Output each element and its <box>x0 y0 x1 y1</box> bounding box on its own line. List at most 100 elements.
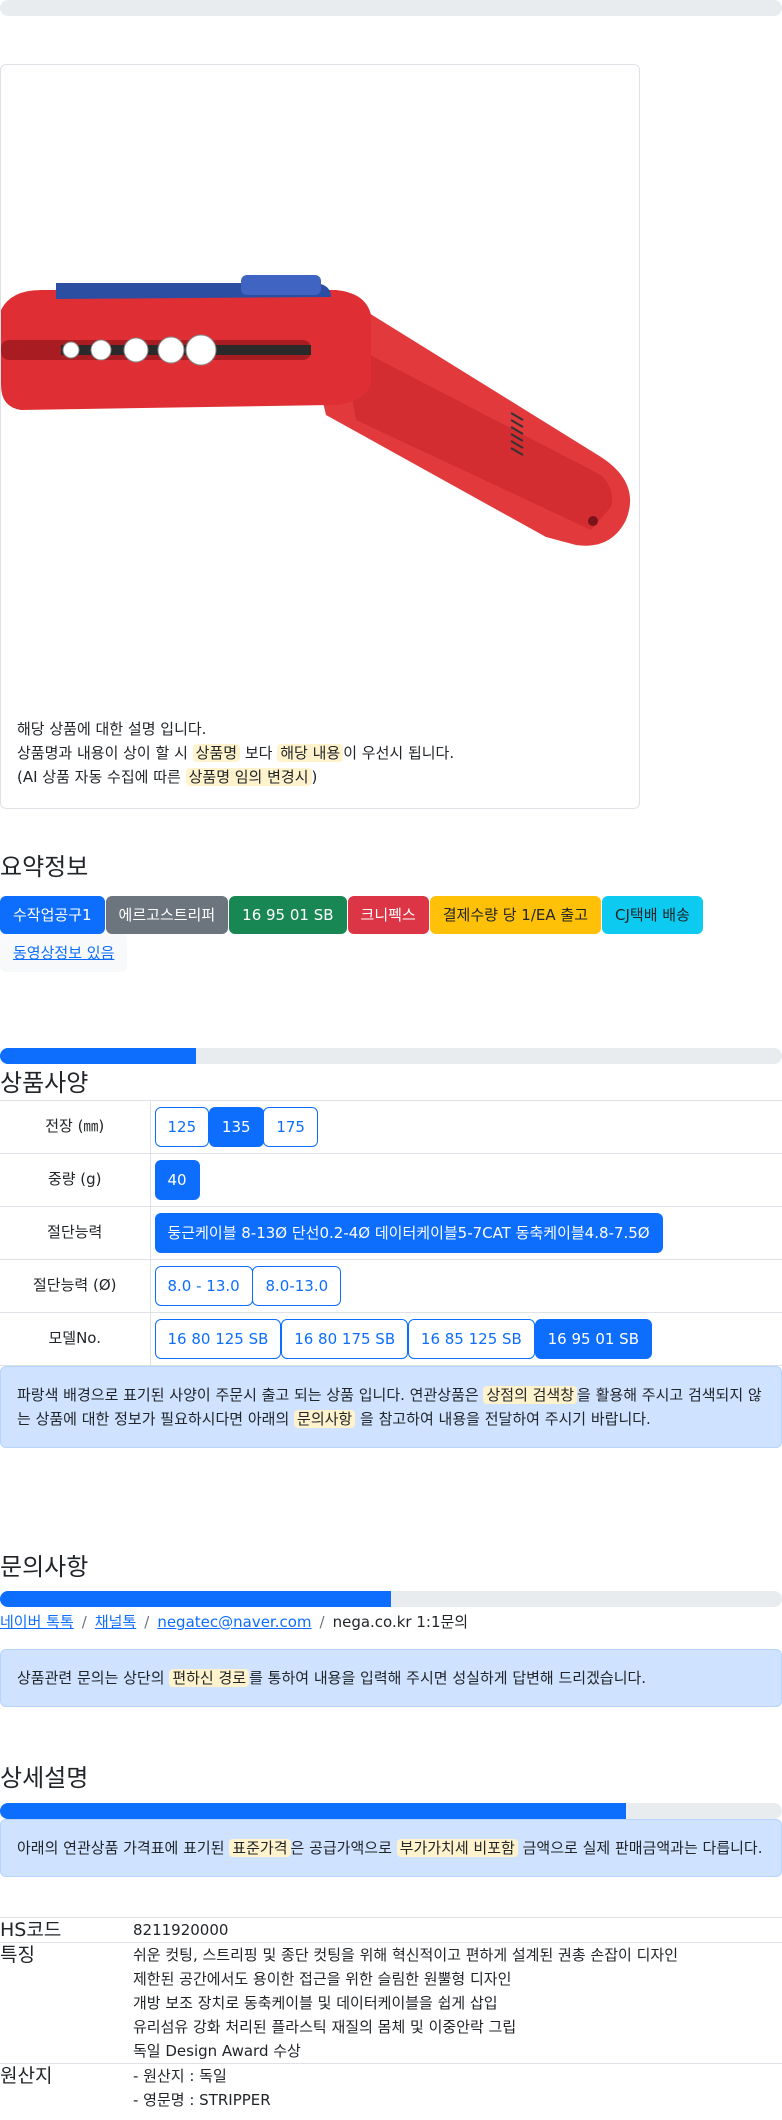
detail-title: 상세설명 <box>0 1764 89 1792</box>
features-list: 쉬운 컷팅, 스트리핑 및 종단 컷팅을 위해 혁신적이고 편하게 설계된 권총… <box>133 1942 782 2064</box>
summary-badges: 수작업공구1 에르고스트리퍼 16 95 01 SB 크니펙스 결제수량 당 1… <box>0 896 782 972</box>
note-line-3: (AI 상품 자동 수집에 따른 상품명 임의 변경시) <box>17 765 454 789</box>
spec-row: 절단능력 둥근케이블 8-13Ø 단선0.2-4Ø 데이터케이블5-7CAT 동… <box>0 1206 782 1260</box>
badge-shipping[interactable]: CJ택배 배송 <box>602 896 703 934</box>
spec-label: 전장 (㎜) <box>0 1100 150 1154</box>
inquiry-alert: 상품관련 문의는 상단의 편하신 경로 를 통하여 내용을 입력해 주시면 성실하… <box>0 1649 782 1707</box>
highlight-content: 해당 내용 <box>277 744 344 762</box>
inquiry-title: 문의사항 <box>0 1553 89 1581</box>
option-model-4[interactable]: 16 95 01 SB <box>534 1319 652 1359</box>
spec-title: 상품사양 <box>0 1069 89 1097</box>
product-image <box>1 275 631 546</box>
badge-category[interactable]: 수작업공구1 <box>0 896 105 934</box>
spec-options: 둥근케이블 8-13Ø 단선0.2-4Ø 데이터케이블5-7CAT 동축케이블4… <box>149 1206 782 1260</box>
spec-label: 중량 (g) <box>0 1153 150 1207</box>
spec-progress-bar <box>0 1048 196 1064</box>
alert-text: 아래의 연관상품 가격표에 표기된 <box>17 1839 225 1857</box>
info-table: HS코드 8211920000 특징 쉬운 컷팅, 스트리핑 및 종단 컷팅을 … <box>0 1917 782 2112</box>
highlight-product-name: 상품명 <box>192 744 241 762</box>
detail-progress-bar <box>0 1803 626 1819</box>
separator: / <box>144 1613 150 1631</box>
separator: / <box>81 1613 87 1631</box>
origin-label: 원산지 <box>0 2063 133 2112</box>
product-card: 해당 상품에 대한 설명 입니다. 상품명과 내용이 상이 할 시 상품명 보다… <box>0 64 640 809</box>
option-model-1[interactable]: 16 80 125 SB <box>154 1319 282 1359</box>
highlight-inquiry: 문의사항 <box>294 1410 356 1428</box>
detail-alert: 아래의 연관상품 가격표에 표기된 표준가격 은 공급가액으로 부가가치세 비포함… <box>0 1819 782 1877</box>
inquiry-progress-bar <box>0 1591 391 1607</box>
note-text: 이 우선시 됩니다. <box>343 744 455 762</box>
origin-list: - 원산지 : 독일 - 영문명 : STRIPPER <box>133 2063 782 2112</box>
top-progress <box>0 0 782 16</box>
feature-item: 제한된 공간에서도 용이한 접근을 위한 슬림한 원뿔형 디자인 <box>133 1970 512 1988</box>
spec-row: 중량 (g) 40 <box>0 1153 782 1207</box>
option-cutting-capacity[interactable]: 둥근케이블 8-13Ø 단선0.2-4Ø 데이터케이블5-7CAT 동축케이블4… <box>154 1213 663 1253</box>
option-capacity-range-2[interactable]: 8.0-13.0 <box>252 1266 342 1306</box>
product-notes: 해당 상품에 대한 설명 입니다. 상품명과 내용이 상이 할 시 상품명 보다… <box>17 717 454 789</box>
site-inquiry: nega.co.kr 1:1문의 <box>332 1613 469 1631</box>
hs-value: 8211920000 <box>133 1917 782 1943</box>
origin-item: - 영문명 : STRIPPER <box>133 2091 271 2109</box>
highlight-standard-price: 표준가격 <box>229 1839 291 1857</box>
alert-text: 을 참고하여 내용을 전달하여 주시기 바랍니다. <box>360 1410 651 1428</box>
note-text: 상품명과 내용이 상이 할 시 <box>17 744 188 762</box>
option-model-3[interactable]: 16 85 125 SB <box>407 1319 535 1359</box>
badge-video-link[interactable]: 동영상정보 있음 <box>0 934 128 972</box>
naver-talk-link[interactable]: 네이버 톡톡 <box>0 1613 74 1631</box>
features-label: 특징 <box>0 1942 133 2064</box>
alert-text: 은 공급가액으로 <box>290 1839 392 1857</box>
info-row-origin: 원산지 - 원산지 : 독일 - 영문명 : STRIPPER <box>0 2063 782 2112</box>
feature-item: 개방 보조 장치로 동축케이블 및 데이터케이블을 쉽게 삽입 <box>133 1994 498 2012</box>
spec-table: 전장 (㎜) 125 135 175 중량 (g) 40 절단능력 둥근케이블 … <box>0 1100 782 1366</box>
note-text: (AI 상품 자동 수집에 따른 <box>17 768 181 786</box>
inquiry-progress <box>0 1591 782 1607</box>
separator: / <box>319 1613 325 1631</box>
highlight-route: 편하신 경로 <box>169 1669 250 1687</box>
detail-progress <box>0 1803 782 1819</box>
badge-quantity[interactable]: 결제수량 당 1/EA 출고 <box>429 896 601 934</box>
spec-options: 40 <box>149 1153 782 1207</box>
option-weight-40[interactable]: 40 <box>154 1160 200 1200</box>
info-row-hs: HS코드 8211920000 <box>0 1917 782 1943</box>
spec-row: 절단능력 (Ø) 8.0 - 13.0 8.0-13.0 <box>0 1259 782 1313</box>
note-text: ) <box>311 768 318 786</box>
option-length-125[interactable]: 125 <box>154 1107 210 1147</box>
alert-text: 금액으로 실제 판매금액과는 다릅니다. <box>522 1839 763 1857</box>
feature-item: 독일 Design Award 수상 <box>133 2042 301 2060</box>
spec-row: 전장 (㎜) 125 135 175 <box>0 1100 782 1154</box>
option-capacity-range-1[interactable]: 8.0 - 13.0 <box>154 1266 253 1306</box>
highlight-name-change: 상품명 임의 변경시 <box>185 768 312 786</box>
feature-item: 유리섬유 강화 처리된 플라스틱 재질의 몸체 및 이중안락 그립 <box>133 2018 517 2036</box>
spec-label: 절단능력 <box>0 1206 150 1260</box>
email-link[interactable]: negatec@naver.com <box>157 1613 311 1631</box>
alert-text: 파랑색 배경으로 표기된 사양이 주문시 출고 되는 상품 입니다. 연관상품은 <box>17 1386 479 1404</box>
option-length-135[interactable]: 135 <box>208 1107 264 1147</box>
info-row-features: 특징 쉬운 컷팅, 스트리핑 및 종단 컷팅을 위해 혁신적이고 편하게 설계된… <box>0 1942 782 2064</box>
spec-row: 모델No. 16 80 125 SB 16 80 175 SB 16 85 12… <box>0 1312 782 1366</box>
spec-alert: 파랑색 배경으로 표기된 사양이 주문시 출고 되는 상품 입니다. 연관상품은… <box>0 1366 782 1448</box>
channel-talk-link[interactable]: 채널톡 <box>95 1613 136 1631</box>
option-model-2[interactable]: 16 80 175 SB <box>281 1319 409 1359</box>
note-text: 보다 <box>244 744 273 762</box>
alert-text: 상품관련 문의는 상단의 <box>17 1669 165 1687</box>
summary-title: 요약정보 <box>0 853 89 881</box>
note-line-2: 상품명과 내용이 상이 할 시 상품명 보다 해당 내용 이 우선시 됩니다. <box>17 741 454 765</box>
origin-item: - 원산지 : 독일 <box>133 2067 227 2085</box>
feature-item: 쉬운 컷팅, 스트리핑 및 종단 컷팅을 위해 혁신적이고 편하게 설계된 권총… <box>133 1946 678 1964</box>
spec-options: 16 80 125 SB 16 80 175 SB 16 85 125 SB 1… <box>149 1312 782 1366</box>
highlight-vat: 부가가치세 비포함 <box>396 1839 518 1857</box>
spec-progress <box>0 1048 782 1064</box>
spec-options: 8.0 - 13.0 8.0-13.0 <box>149 1259 782 1313</box>
inquiry-links: 네이버 톡톡 / 채널톡 / negatec@naver.com / nega.co.kr … <box>0 1611 782 1633</box>
badge-model[interactable]: 16 95 01 SB <box>229 896 347 934</box>
badge-brand[interactable]: 크니펙스 <box>347 896 429 934</box>
hs-label: HS코드 <box>0 1917 133 1943</box>
spec-options: 125 135 175 <box>149 1100 782 1154</box>
spec-label: 모델No. <box>0 1312 150 1366</box>
option-length-175[interactable]: 175 <box>263 1107 318 1147</box>
note-line-1: 해당 상품에 대한 설명 입니다. <box>17 720 207 738</box>
highlight-search: 상점의 검색창 <box>483 1386 578 1404</box>
badge-product-type[interactable]: 에르고스트리퍼 <box>105 896 229 934</box>
alert-text: 를 통하여 내용을 입력해 주시면 성실하게 답변해 드리겠습니다. <box>249 1669 647 1687</box>
spec-label: 절단능력 (Ø) <box>0 1259 150 1313</box>
